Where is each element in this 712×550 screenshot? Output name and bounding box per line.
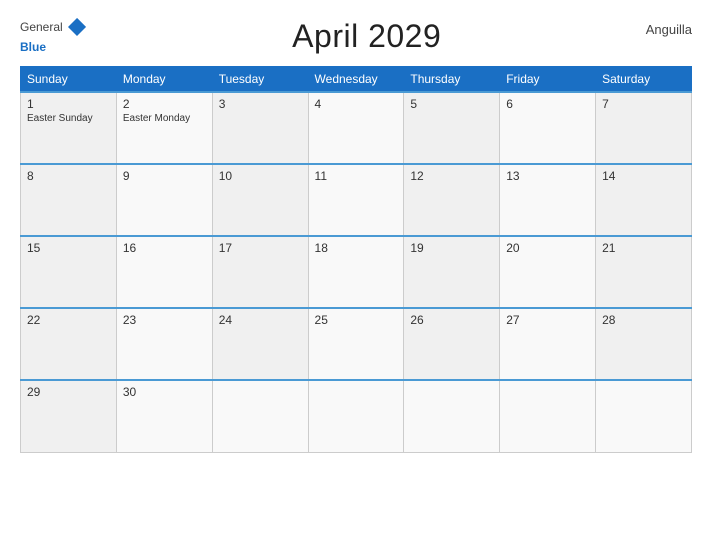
day-number: 16: [123, 241, 206, 255]
table-row: [404, 380, 500, 452]
country-label: Anguilla: [646, 22, 692, 37]
table-row: 2 Easter Monday: [116, 92, 212, 164]
calendar-header-row: Sunday Monday Tuesday Wednesday Thursday…: [21, 67, 692, 93]
table-row: 28: [596, 308, 692, 380]
table-row: 25: [308, 308, 404, 380]
table-row: 11: [308, 164, 404, 236]
day-number: 24: [219, 313, 302, 327]
table-row: 8: [21, 164, 117, 236]
day-number: 29: [27, 385, 110, 399]
table-row: 10: [212, 164, 308, 236]
day-number: 19: [410, 241, 493, 255]
calendar-table: Sunday Monday Tuesday Wednesday Thursday…: [20, 66, 692, 453]
col-wednesday: Wednesday: [308, 67, 404, 93]
table-row: 29: [21, 380, 117, 452]
table-row: 18: [308, 236, 404, 308]
day-number: 25: [315, 313, 398, 327]
day-number: 28: [602, 313, 685, 327]
day-number: 20: [506, 241, 589, 255]
day-number: 7: [602, 97, 685, 111]
day-number: 8: [27, 169, 110, 183]
table-row: 1 Easter Sunday: [21, 92, 117, 164]
table-row: 26: [404, 308, 500, 380]
day-number: 1: [27, 97, 110, 111]
table-row: [308, 380, 404, 452]
day-number: 17: [219, 241, 302, 255]
table-row: 23: [116, 308, 212, 380]
table-row: 6: [500, 92, 596, 164]
day-number: 23: [123, 313, 206, 327]
day-number: 15: [27, 241, 110, 255]
table-row: [596, 380, 692, 452]
table-row: 22: [21, 308, 117, 380]
col-friday: Friday: [500, 67, 596, 93]
table-row: 15: [21, 236, 117, 308]
table-row: 5: [404, 92, 500, 164]
table-row: 21: [596, 236, 692, 308]
day-number: 12: [410, 169, 493, 183]
table-row: 3: [212, 92, 308, 164]
day-number: 14: [602, 169, 685, 183]
logo-blue-text: Blue: [20, 40, 46, 54]
day-number: 6: [506, 97, 589, 111]
table-row: 19: [404, 236, 500, 308]
col-tuesday: Tuesday: [212, 67, 308, 93]
calendar-row: 29 30: [21, 380, 692, 452]
logo-flag-icon: [66, 16, 88, 38]
table-row: 13: [500, 164, 596, 236]
day-event: Easter Monday: [123, 113, 206, 124]
day-number: 30: [123, 385, 206, 399]
day-number: 26: [410, 313, 493, 327]
calendar-row: 22 23 24 25 26 27 28: [21, 308, 692, 380]
day-event: Easter Sunday: [27, 113, 110, 124]
col-sunday: Sunday: [21, 67, 117, 93]
table-row: 24: [212, 308, 308, 380]
day-number: 3: [219, 97, 302, 111]
col-saturday: Saturday: [596, 67, 692, 93]
day-number: 21: [602, 241, 685, 255]
table-row: 12: [404, 164, 500, 236]
table-row: 27: [500, 308, 596, 380]
table-row: 20: [500, 236, 596, 308]
table-row: 14: [596, 164, 692, 236]
table-row: 7: [596, 92, 692, 164]
day-number: 27: [506, 313, 589, 327]
calendar-row: 89 10 11 12 13 14: [21, 164, 692, 236]
calendar-row: 1 Easter Sunday 2 Easter Monday 34567: [21, 92, 692, 164]
table-row: 30: [116, 380, 212, 452]
day-number: 11: [315, 169, 398, 183]
day-number: 22: [27, 313, 110, 327]
table-row: 17: [212, 236, 308, 308]
day-number: 9: [123, 169, 206, 183]
table-row: 4: [308, 92, 404, 164]
day-number: 13: [506, 169, 589, 183]
logo-general-text: General: [20, 20, 63, 34]
col-thursday: Thursday: [404, 67, 500, 93]
header: General Blue April 2029 Anguilla: [20, 16, 692, 56]
day-number: 10: [219, 169, 302, 183]
day-number: 5: [410, 97, 493, 111]
day-number: 4: [315, 97, 398, 111]
table-row: [500, 380, 596, 452]
logo: General Blue: [20, 16, 88, 56]
table-row: [212, 380, 308, 452]
table-row: 16: [116, 236, 212, 308]
calendar-page: General Blue April 2029 Anguilla Sunday …: [0, 0, 712, 550]
day-number: 2: [123, 97, 206, 111]
calendar-row: 15 16 17 18 19 20 21: [21, 236, 692, 308]
table-row: 9: [116, 164, 212, 236]
month-title: April 2029: [292, 18, 441, 55]
col-monday: Monday: [116, 67, 212, 93]
day-number: 18: [315, 241, 398, 255]
